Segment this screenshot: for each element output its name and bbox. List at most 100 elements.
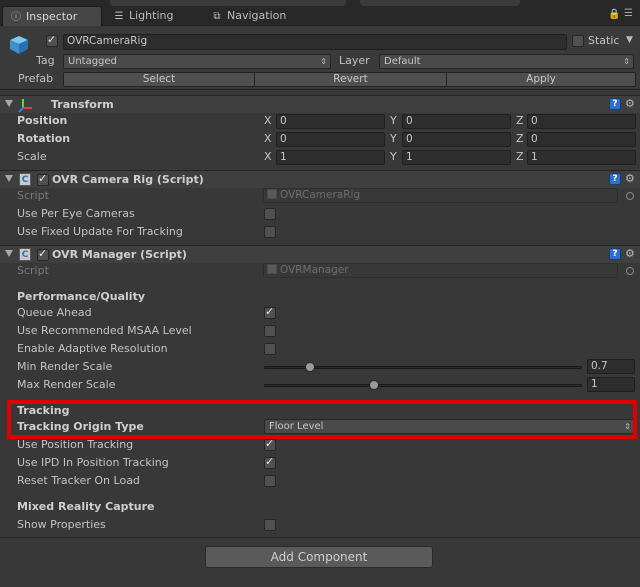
rotation-label: Rotation <box>17 132 71 145</box>
transform-title: Transform <box>51 98 114 111</box>
foldout-arrow-icon[interactable] <box>5 175 13 182</box>
help-icon[interactable]: ? <box>609 98 621 110</box>
lighting-icon: ☰ <box>114 11 124 22</box>
help-icon[interactable]: ? <box>609 173 621 185</box>
chevron-updown-icon: ⇕ <box>623 57 630 66</box>
manager-title: OVR Manager (Script) <box>52 248 187 261</box>
layer-dropdown[interactable]: Default ⇕ <box>379 54 634 69</box>
min-render-scale-label: Min Render Scale <box>17 360 113 373</box>
camera-rig-body: Script OVRCameraRig Use Per Eye Cameras … <box>0 188 640 242</box>
transform-icon <box>18 99 32 113</box>
position-x-field[interactable]: 0 <box>276 114 385 129</box>
position-tracking-checkbox[interactable] <box>264 437 276 451</box>
script-label: Script <box>17 264 49 277</box>
tab-inspector[interactable]: ⓘ Inspector <box>2 6 102 26</box>
slider-thumb[interactable] <box>369 380 379 390</box>
script-file-icon <box>267 189 277 199</box>
object-name-field[interactable]: OVRCameraRig <box>63 34 567 50</box>
gear-icon[interactable]: ⚙ <box>625 247 635 260</box>
scale-x-field[interactable]: 1 <box>276 150 385 165</box>
lock-icon[interactable]: 🔒 <box>608 9 620 20</box>
script-label: Script <box>17 189 49 202</box>
chevron-updown-icon: ⇕ <box>320 57 327 66</box>
slider-thumb[interactable] <box>305 362 316 372</box>
navigation-icon: ⧉ <box>213 11 221 22</box>
adaptive-resolution-checkbox[interactable] <box>264 343 276 355</box>
reset-tracker-label: Reset Tracker On Load <box>17 474 140 487</box>
script-file-icon <box>267 264 277 274</box>
script-icon: C <box>19 173 31 186</box>
per-eye-checkbox[interactable] <box>264 208 276 220</box>
layer-label: Layer <box>339 54 370 67</box>
prefab-select-button[interactable]: Select <box>63 72 255 87</box>
axis-x-label: X <box>264 114 272 127</box>
object-picker-icon[interactable] <box>626 267 634 275</box>
manager-enabled-checkbox[interactable] <box>37 247 49 261</box>
max-render-scale-slider[interactable] <box>264 384 582 387</box>
static-checkbox[interactable] <box>572 35 584 47</box>
min-render-scale-field[interactable]: 0.7 <box>587 359 635 374</box>
static-label: Static <box>588 34 620 47</box>
static-dropdown-icon[interactable]: ▼ <box>626 35 633 45</box>
position-z-field[interactable]: 0 <box>527 114 636 129</box>
gear-icon[interactable]: ⚙ <box>625 172 635 185</box>
max-render-scale-field[interactable]: 1 <box>587 377 635 392</box>
scale-label: Scale <box>17 150 47 163</box>
tag-label: Tag <box>36 54 55 67</box>
script-field: OVRManager <box>263 263 618 278</box>
fixed-update-label: Use Fixed Update For Tracking <box>17 225 183 238</box>
object-picker-icon[interactable] <box>626 192 634 200</box>
rotation-x-field[interactable]: 0 <box>276 132 385 147</box>
reset-tracker-checkbox[interactable] <box>264 475 276 487</box>
foldout-arrow-icon[interactable] <box>5 100 13 107</box>
tag-dropdown[interactable]: Untagged ⇕ <box>63 54 331 69</box>
camera-rig-header[interactable]: C OVR Camera Rig (Script) ? ⚙ <box>0 170 640 188</box>
active-checkbox[interactable] <box>46 33 58 47</box>
transform-header[interactable]: Transform ? ⚙ <box>0 95 640 113</box>
axis-z-label: Z <box>516 150 524 163</box>
menu-icon[interactable]: ☰ <box>624 8 633 19</box>
mrc-section-title: Mixed Reality Capture <box>17 500 155 513</box>
help-icon[interactable]: ? <box>609 248 621 260</box>
manager-header[interactable]: C OVR Manager (Script) ? ⚙ <box>0 245 640 263</box>
tab-navigation[interactable]: ⧉ Navigation <box>204 6 314 26</box>
scale-y-field[interactable]: 1 <box>402 150 511 165</box>
position-tracking-label: Use Position Tracking <box>17 438 134 451</box>
divider <box>0 537 640 538</box>
transform-body: Position X 0 Y 0 Z 0 Rotation X 0 Y 0 Z … <box>0 113 640 169</box>
axis-y-label: Y <box>390 132 397 145</box>
msaa-label: Use Recommended MSAA Level <box>17 324 192 337</box>
position-y-field[interactable]: 0 <box>402 114 511 129</box>
camera-rig-title: OVR Camera Rig (Script) <box>52 173 204 186</box>
position-label: Position <box>17 114 68 127</box>
add-component-button[interactable]: Add Component <box>205 546 433 568</box>
object-header: OVRCameraRig Static ▼ Tag Untagged⇕ Laye… <box>0 26 640 90</box>
max-render-scale-label: Max Render Scale <box>17 378 116 391</box>
queue-ahead-checkbox[interactable] <box>264 305 276 319</box>
per-eye-label: Use Per Eye Cameras <box>17 207 135 220</box>
axis-z-label: Z <box>516 132 524 145</box>
queue-ahead-label: Queue Ahead <box>17 306 92 319</box>
info-icon: ⓘ <box>11 12 21 23</box>
tab-lighting[interactable]: ☰ Lighting <box>106 6 202 26</box>
prefab-label: Prefab <box>18 72 54 85</box>
prefab-revert-button[interactable]: Revert <box>254 72 447 87</box>
highlight-box <box>7 400 637 439</box>
tab-bar: ⓘ Inspector ☰ Lighting ⧉ Navigation 🔒 ☰ <box>0 0 640 26</box>
rotation-y-field[interactable]: 0 <box>402 132 511 147</box>
axis-y-label: Y <box>390 150 397 163</box>
axis-x-label: X <box>264 132 272 145</box>
prefab-apply-button[interactable]: Apply <box>446 72 636 87</box>
script-icon: C <box>19 248 31 261</box>
rotation-z-field[interactable]: 0 <box>527 132 636 147</box>
scale-z-field[interactable]: 1 <box>527 150 636 165</box>
axis-z-label: Z <box>516 114 524 127</box>
fixed-update-checkbox[interactable] <box>264 226 276 238</box>
ipd-tracking-checkbox[interactable] <box>264 455 276 469</box>
show-properties-checkbox[interactable] <box>264 519 276 531</box>
camera-rig-enabled-checkbox[interactable] <box>37 172 49 186</box>
performance-section-title: Performance/Quality <box>17 290 146 303</box>
msaa-checkbox[interactable] <box>264 325 276 337</box>
gear-icon[interactable]: ⚙ <box>625 97 635 110</box>
foldout-arrow-icon[interactable] <box>5 250 13 257</box>
